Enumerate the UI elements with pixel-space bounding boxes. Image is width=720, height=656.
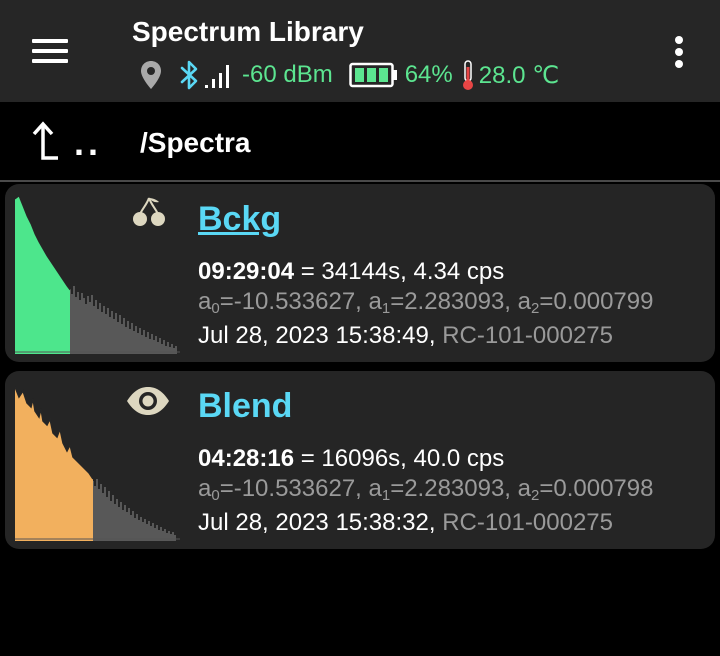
current-path: /Spectra	[140, 127, 251, 158]
battery-icon	[348, 62, 397, 88]
bluetooth-icon	[180, 60, 198, 90]
spectrum-name-link[interactable]: Blend	[198, 387, 292, 426]
spectrum-duration: 04:28:16	[198, 445, 295, 472]
spectrum-duration-stats: 04:28:16 = 16096s, 40.0 cps	[198, 445, 504, 473]
signal-strength-value: -60 dBm	[242, 61, 333, 88]
coefficient-subscript: 1	[381, 300, 391, 317]
navigate-up-button[interactable]	[30, 120, 80, 170]
temperature-value: 28.0 ℃	[478, 61, 560, 89]
spectrum-stats: = 34144s, 4.34 cps	[294, 258, 505, 285]
coefficient-a2: =0.000799	[539, 288, 654, 315]
spectrum-duration-stats: 09:29:04 = 34144s, 4.34 cps	[198, 258, 504, 286]
location-pin-icon	[141, 61, 161, 89]
parent-directory-label: ..	[74, 122, 103, 163]
spectrum-date: Jul 28, 2023 15:38:49,	[198, 322, 443, 349]
app-bar: Spectrum Library -60 dBm 64% 28.0 ℃	[0, 0, 720, 102]
spectrum-card[interactable]: Bckg 09:29:04 = 34144s, 4.34 cps a0=-10.…	[5, 184, 715, 362]
signal-strength-icon	[205, 65, 229, 88]
calibration-coefficients: a0=-10.533627, a1=2.283093, a2=0.000798	[198, 475, 654, 504]
cherries-icon	[133, 197, 165, 226]
coefficient-subscript: 0	[211, 300, 220, 317]
spectrum-duration: 09:29:04	[198, 258, 295, 285]
eye-icon	[127, 387, 169, 415]
spectrum-name-link[interactable]: Bckg	[198, 200, 281, 239]
up-arrow-icon	[32, 121, 58, 160]
spectrum-date-device: Jul 28, 2023 15:38:49, RC-101-000275	[198, 322, 613, 350]
battery-level-value: 64%	[404, 61, 453, 88]
coefficient-a0: =-10.533627, a	[219, 288, 382, 315]
spectrum-date: Jul 28, 2023 15:38:32,	[198, 509, 443, 536]
path-bar: ..	[0, 102, 720, 182]
device-status-row: -60 dBm 64% 28.0 ℃	[140, 58, 559, 92]
spectrum-stats: = 16096s, 40.0 cps	[294, 445, 505, 472]
overflow-menu-icon[interactable]	[664, 34, 694, 70]
spectrum-card[interactable]: Blend 04:28:16 = 16096s, 40.0 cps a0=-10…	[5, 371, 715, 549]
calibration-coefficients: a0=-10.533627, a1=2.283093, a2=0.000799	[198, 288, 654, 317]
app-title: Spectrum Library	[132, 16, 364, 47]
coefficient-a0: =-10.533627, a	[219, 475, 382, 502]
coefficient-a1: =2.283093, a	[390, 288, 531, 315]
coefficient-subscript: 0	[211, 487, 220, 504]
coefficient-a1: =2.283093, a	[390, 475, 531, 502]
coefficient-subscript: 1	[381, 487, 391, 504]
device-serial: RC-101-000275	[442, 509, 613, 536]
thermometer-icon	[462, 60, 473, 90]
device-serial: RC-101-000275	[442, 322, 613, 349]
hamburger-menu-icon[interactable]	[30, 36, 70, 66]
coefficient-a2: =0.000798	[539, 475, 654, 502]
spectrum-date-device: Jul 28, 2023 15:38:32, RC-101-000275	[198, 509, 613, 537]
